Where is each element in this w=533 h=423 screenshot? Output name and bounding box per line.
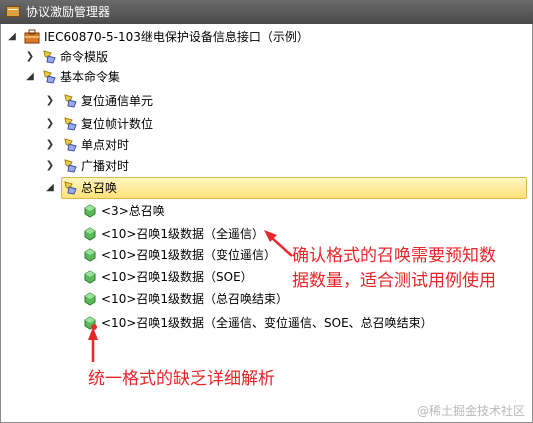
folder-icon bbox=[6, 6, 20, 17]
annotation-right-line1: 确认格式的召唤需要预知数 bbox=[292, 246, 496, 266]
green-gem-icon bbox=[84, 248, 96, 262]
tree-item-general-interrogation[interactable]: ◢ 总召唤 bbox=[0, 178, 533, 198]
tree-item-broadcast-time-sync[interactable]: ❯ 广播对时 bbox=[0, 156, 533, 176]
tree-item-label: 基本命令集 bbox=[60, 70, 121, 84]
command-set-icon bbox=[43, 70, 56, 84]
green-gem-icon bbox=[84, 292, 96, 306]
command-set-icon bbox=[43, 50, 56, 64]
tree-item-label: <10>召唤1级数据（SOE） bbox=[101, 270, 253, 284]
collapse-icon[interactable]: ◢ bbox=[6, 27, 18, 47]
window-title: 协议激励管理器 bbox=[26, 5, 111, 19]
tree-item-command-template[interactable]: ❯ 命令模版 bbox=[0, 47, 533, 67]
tree-leaf-item[interactable]: <3>总召唤 bbox=[0, 201, 533, 221]
annotation-right-line2: 据数量，适合测试用例使用 bbox=[292, 271, 496, 291]
tree-item-root[interactable]: ◢ IEC60870-5-103继电保护设备信息接口（示例） bbox=[0, 27, 533, 47]
annotation-arrow-up bbox=[88, 327, 98, 362]
tree-item-label: 广播对时 bbox=[81, 159, 130, 173]
tree-leaf-item[interactable]: <10>召唤1级数据（全遥信、变位遥信、SOE、总召唤结束） bbox=[0, 313, 533, 333]
command-icon bbox=[64, 159, 77, 173]
collapse-icon[interactable]: ◢ bbox=[24, 67, 36, 87]
tree-item-label: IEC60870-5-103继电保护设备信息接口（示例） bbox=[44, 30, 309, 44]
tree-item-basic-command-set[interactable]: ◢ 基本命令集 bbox=[0, 67, 533, 87]
toolbox-icon bbox=[24, 29, 40, 44]
expand-icon[interactable]: ❯ bbox=[44, 135, 56, 155]
green-gem-icon bbox=[84, 270, 96, 284]
tree-item-label: 单点对时 bbox=[81, 138, 130, 152]
tree-item-label: <10>召唤1级数据（总召唤结束） bbox=[101, 292, 289, 306]
tree-item-label: <10>召唤1级数据（全遥信、变位遥信、SOE、总召唤结束） bbox=[101, 316, 433, 330]
tree-item-label: <3>总召唤 bbox=[101, 204, 165, 218]
tree-item-label: 复位帧计数位 bbox=[81, 117, 154, 131]
tree-item-label: <10>召唤1级数据（变位遥信） bbox=[101, 248, 277, 262]
expand-icon[interactable]: ❯ bbox=[44, 156, 56, 176]
command-icon bbox=[64, 94, 77, 108]
tree-item-reset-frame-count[interactable]: ❯ 复位帧计数位 bbox=[0, 114, 533, 134]
expand-icon[interactable]: ❯ bbox=[24, 47, 36, 67]
green-gem-icon bbox=[84, 227, 96, 241]
command-icon bbox=[64, 117, 77, 131]
expand-icon[interactable]: ❯ bbox=[44, 114, 56, 134]
tree-item-label: <10>召唤1级数据（全遥信） bbox=[101, 227, 265, 241]
command-icon bbox=[64, 181, 77, 195]
annotation-bottom: 统一格式的缺乏详细解析 bbox=[88, 369, 275, 389]
watermark: @稀土掘金技术社区 bbox=[416, 404, 525, 418]
collapse-icon[interactable]: ◢ bbox=[44, 178, 56, 198]
tree-item-label: 命令模版 bbox=[60, 50, 109, 64]
tree-item-point-time-sync[interactable]: ❯ 单点对时 bbox=[0, 135, 533, 155]
tree-item-label: 复位通信单元 bbox=[81, 94, 154, 108]
title-bar: 协议激励管理器 bbox=[0, 0, 533, 24]
command-icon bbox=[64, 138, 77, 152]
tree-item-label: 总召唤 bbox=[81, 181, 118, 195]
green-gem-icon bbox=[84, 204, 96, 218]
annotation-arrow-left bbox=[264, 230, 293, 257]
tree-item-reset-comm-unit[interactable]: ❯ 复位通信单元 bbox=[0, 91, 533, 111]
expand-icon[interactable]: ❯ bbox=[44, 91, 56, 111]
